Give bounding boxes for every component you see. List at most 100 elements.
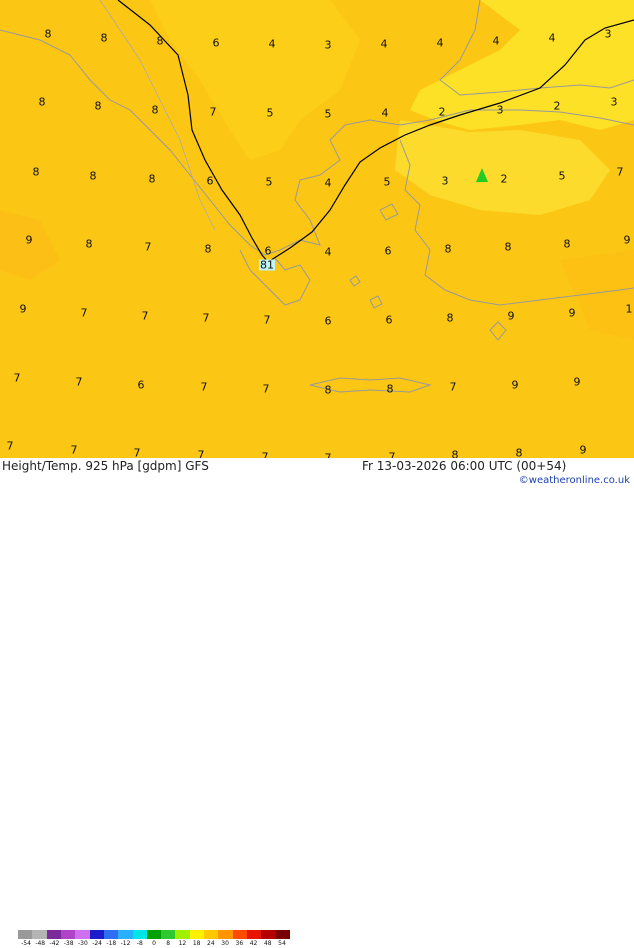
scale-tick: -12 bbox=[120, 940, 131, 947]
map-value-label: 7 bbox=[133, 446, 141, 459]
map-value-label: 4 bbox=[492, 34, 500, 48]
map-value-label: 5 bbox=[324, 107, 332, 121]
map-value-label: 8 bbox=[151, 103, 159, 117]
map-value-label: 5 bbox=[558, 169, 566, 183]
map-value-label: 3 bbox=[604, 27, 612, 41]
map-value-label: 6 bbox=[206, 174, 214, 188]
map-value-label: 7 bbox=[70, 443, 78, 457]
map-value-label: 9 bbox=[25, 233, 33, 247]
map-value-label: 7 bbox=[80, 306, 88, 320]
map-value-label: 8 bbox=[148, 172, 156, 186]
weather-map: 8 8 8 6 4 3 4 4 4 4 3 8 8 8 7 5 5 4 2 3 2 3 8 8 8 6 5 4 5 3 2 5 7 9 8 7 8 6 4 6… bbox=[0, 0, 634, 458]
map-value-label: 7 bbox=[209, 105, 217, 119]
map-value-label: 8 bbox=[38, 95, 46, 109]
map-value-label: 9 bbox=[579, 443, 587, 457]
temperature-color-scale bbox=[18, 930, 290, 939]
scale-swatch bbox=[132, 930, 147, 939]
map-value-label: 8 bbox=[89, 169, 97, 183]
map-value-label: 7 bbox=[144, 240, 152, 254]
scale-swatch bbox=[275, 930, 290, 939]
credit-link[interactable]: ©weatheronline.co.uk bbox=[519, 476, 630, 486]
map-value-label: 6 bbox=[385, 313, 393, 327]
map-value-label: 7 bbox=[616, 165, 624, 179]
map-value-label: 8 bbox=[85, 237, 93, 251]
scale-tick: 48 bbox=[263, 940, 272, 947]
scale-swatch bbox=[89, 930, 104, 939]
map-value-label: 8 bbox=[156, 34, 164, 48]
map-footer: Height/Temp. 925 hPa [gdpm] GFS Fr 13-03… bbox=[0, 458, 634, 947]
scale-tick: -24 bbox=[92, 940, 103, 947]
map-canvas bbox=[0, 0, 634, 458]
scale-swatch bbox=[232, 930, 247, 939]
map-value-label: 3 bbox=[610, 95, 618, 109]
scale-swatch bbox=[46, 930, 61, 939]
map-value-label: 3 bbox=[324, 38, 332, 52]
map-value-label: 1 bbox=[625, 302, 633, 316]
map-value-label: 8 bbox=[94, 99, 102, 113]
map-value-label: 9 bbox=[507, 309, 515, 323]
scale-swatch bbox=[247, 930, 262, 939]
scale-swatch bbox=[60, 930, 76, 939]
scale-tick: 54 bbox=[278, 940, 286, 947]
map-value-label: 9 bbox=[19, 302, 27, 316]
map-value-label: 8 bbox=[563, 237, 571, 251]
map-value-label: 7 bbox=[6, 439, 14, 453]
map-value-label: 4 bbox=[436, 36, 444, 50]
scale-tick: -54 bbox=[21, 940, 31, 947]
scale-tick: 24 bbox=[207, 940, 215, 947]
scale-tick: 0 bbox=[152, 940, 156, 947]
map-value-label: 6 bbox=[324, 314, 332, 328]
contour-height-label: 81 bbox=[259, 258, 275, 272]
map-value-label: 8 bbox=[504, 240, 512, 254]
valid-time: Fr 13-03-2026 06:00 UTC (00+54) bbox=[362, 459, 567, 473]
map-value-label: 4 bbox=[324, 245, 332, 259]
map-value-label: 5 bbox=[265, 175, 273, 189]
scale-tick: 30 bbox=[221, 940, 229, 947]
scale-tick: -18 bbox=[106, 940, 117, 947]
scale-tick: 42 bbox=[249, 940, 258, 947]
map-value-label: 2 bbox=[553, 99, 561, 113]
scale-tick: -48 bbox=[35, 940, 46, 947]
map-value-label: 8 bbox=[386, 382, 394, 396]
map-value-label: 8 bbox=[451, 448, 459, 459]
map-value-label: 8 bbox=[44, 27, 52, 41]
map-value-label: 3 bbox=[496, 103, 504, 117]
map-value-label: 6 bbox=[384, 244, 392, 258]
scale-swatch bbox=[218, 930, 233, 939]
map-value-label: 8 bbox=[446, 311, 454, 325]
map-value-label: 7 bbox=[13, 371, 21, 385]
map-value-label: 4 bbox=[380, 37, 388, 51]
map-title: Height/Temp. 925 hPa [gdpm] GFS bbox=[2, 459, 209, 473]
scale-swatch bbox=[161, 930, 176, 939]
scale-tick: -8 bbox=[136, 940, 143, 947]
scale-swatch bbox=[103, 930, 119, 939]
map-value-label: 7 bbox=[141, 309, 149, 323]
map-value-label: 4 bbox=[548, 31, 556, 45]
map-value-label: 8 bbox=[324, 383, 332, 397]
map-value-label: 8 bbox=[100, 31, 108, 45]
map-value-label: 3 bbox=[441, 174, 449, 188]
map-value-label: 2 bbox=[500, 172, 508, 186]
map-value-label: 8 bbox=[32, 165, 40, 179]
scale-tick: -30 bbox=[77, 940, 88, 947]
map-value-label: 9 bbox=[623, 233, 631, 247]
scale-tick: 12 bbox=[178, 940, 187, 947]
map-value-label: 9 bbox=[573, 375, 581, 389]
map-value-label: 4 bbox=[268, 37, 276, 51]
map-value-label: 7 bbox=[263, 313, 271, 327]
scale-swatch bbox=[146, 930, 162, 939]
scale-tick: -42 bbox=[49, 940, 60, 947]
map-value-label: 7 bbox=[262, 382, 270, 396]
scale-swatch bbox=[261, 930, 276, 939]
scale-swatch bbox=[75, 930, 90, 939]
scale-tick: 36 bbox=[235, 940, 244, 947]
scale-tick: 18 bbox=[192, 940, 201, 947]
map-value-label: 7 bbox=[202, 311, 210, 325]
map-value-label: 4 bbox=[324, 176, 332, 190]
map-value-label: 8 bbox=[204, 242, 212, 256]
scale-swatch bbox=[32, 930, 47, 939]
map-value-label: 8 bbox=[444, 242, 452, 256]
scale-swatch bbox=[189, 930, 205, 939]
map-value-label: 8 bbox=[515, 446, 523, 459]
map-value-label: 6 bbox=[264, 244, 272, 258]
